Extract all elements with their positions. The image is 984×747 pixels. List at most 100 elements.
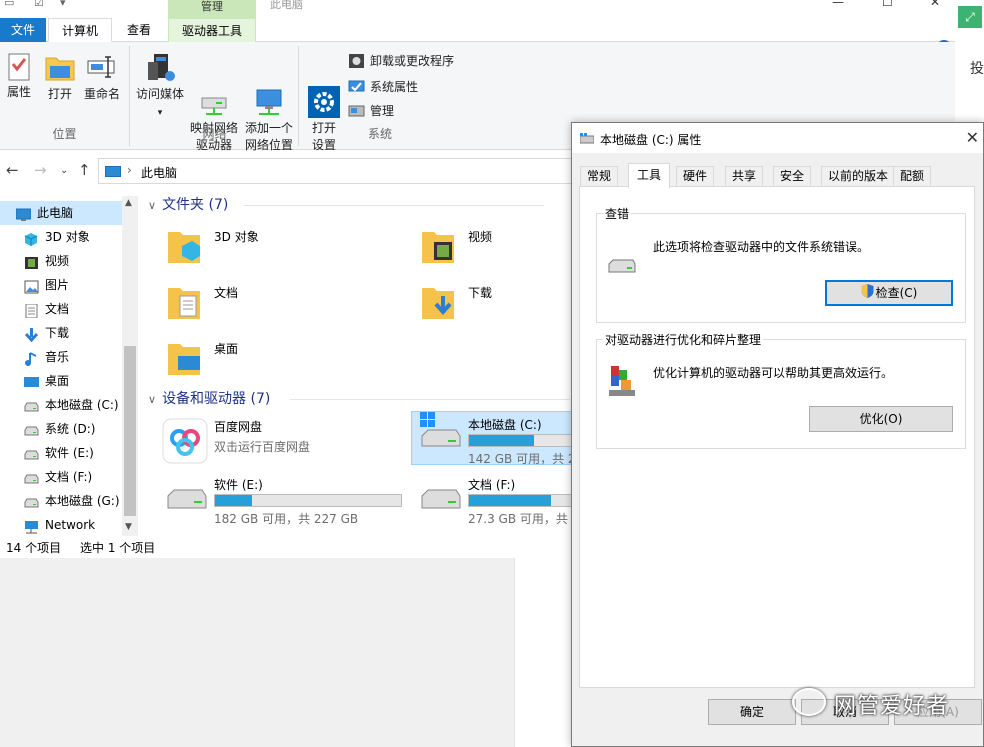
dialog-title: 本地磁盘 (C:) 属性 <box>600 133 702 147</box>
network-icon <box>24 518 39 534</box>
sidebar-item[interactable]: 此电脑 <box>0 201 122 225</box>
open-button[interactable]: 打开 <box>44 52 76 103</box>
forward-arrow-icon[interactable]: → <box>34 161 47 179</box>
tab-view[interactable]: 查看 <box>118 18 160 42</box>
uninstall-programs-button[interactable]: 卸载或更改程序 <box>348 52 454 72</box>
drive-f-item[interactable]: 文档 (F:) 27.3 GB 可用，共 2 <box>412 472 579 526</box>
sidebar-item[interactable]: 系统 (D:) <box>0 417 122 441</box>
tab-sharing[interactable]: 共享 <box>725 166 764 187</box>
drive-usage-bar <box>468 434 578 447</box>
properties-quick-icon[interactable]: ☑ <box>34 0 44 9</box>
folder-label: 文档 <box>214 286 239 300</box>
drive-icon <box>164 484 208 512</box>
maximize-icon[interactable]: ☐ <box>882 0 893 9</box>
tab-tools[interactable]: 工具 <box>628 163 671 188</box>
drive-icon <box>418 484 462 512</box>
sidebar-item[interactable]: 本地磁盘 (C:) <box>0 393 122 417</box>
check-button[interactable]: 检查(C) <box>825 280 953 306</box>
quick-access-dropdown-icon[interactable]: ▾ <box>60 0 66 9</box>
document-icon <box>24 302 39 319</box>
drive-usage-fill <box>469 495 551 506</box>
recent-locations-icon[interactable]: ⌄ <box>60 165 68 176</box>
folders-header[interactable]: ∨ 文件夹 (7) <box>148 194 228 214</box>
scroll-thumb[interactable] <box>124 346 136 516</box>
title-bar: ▭ ☑ ▾ 管理 此电脑 — ☐ ✕ <box>0 0 955 18</box>
scroll-up-icon[interactable]: ▲ <box>125 198 132 208</box>
sidebar-item-label: 下载 <box>45 326 70 340</box>
tab-quota[interactable]: 配额 <box>893 166 932 187</box>
sidebar-item[interactable]: 3D 对象 <box>0 225 122 249</box>
access-media-button[interactable]: 访问媒体 ▾ <box>135 52 185 122</box>
optimize-title: 对驱动器进行优化和碎片整理 <box>603 331 764 348</box>
sidebar-item[interactable]: 桌面 <box>0 369 122 393</box>
sidebar-scrollbar[interactable]: ▲ ▼ <box>122 196 138 536</box>
video-icon <box>24 254 39 269</box>
devices-header[interactable]: ∨ 设备和驱动器 (7) <box>148 388 270 408</box>
address-bar[interactable]: › 此电脑 <box>98 158 578 184</box>
sidebar-item[interactable]: 下载 <box>0 321 122 345</box>
tab-security[interactable]: 安全 <box>773 166 812 187</box>
tab-hardware[interactable]: 硬件 <box>676 166 715 187</box>
tab-general[interactable]: 常规 <box>580 166 619 187</box>
sidebar-item[interactable]: 图片 <box>0 273 122 297</box>
close-icon[interactable]: ✕ <box>930 0 940 9</box>
selected-count: 选中 1 个项目 <box>80 541 156 555</box>
scroll-down-icon[interactable]: ▼ <box>125 522 132 532</box>
shield-icon <box>861 283 874 305</box>
divider <box>244 205 544 206</box>
open-label: 打开 <box>47 87 72 101</box>
drive-e-item[interactable]: 软件 (E:) 182 GB 可用，共 227 GB <box>158 472 408 526</box>
minimize-icon[interactable]: — <box>832 0 844 9</box>
media-icon <box>144 52 176 84</box>
rename-button[interactable]: 重命名 <box>82 52 122 103</box>
folder-desktop[interactable]: 桌面 <box>140 334 390 386</box>
baidu-netdisk-icon <box>162 418 208 464</box>
sidebar-item[interactable]: 本地磁盘 (G:) <box>0 489 122 513</box>
drive-icon <box>24 422 39 436</box>
system-properties-button[interactable]: 系统属性 <box>348 78 418 98</box>
folder-label: 下载 <box>468 286 493 300</box>
windows-drive-icon <box>418 412 462 452</box>
rename-label: 重命名 <box>83 87 120 101</box>
pc-icon <box>15 206 32 221</box>
drive-c-item[interactable]: 本地磁盘 (C:) 142 GB 可用，共 2 <box>411 411 578 466</box>
manage-button[interactable]: 管理 <box>348 102 394 122</box>
sidebar-item[interactable]: 文档 <box>0 297 122 321</box>
folder-3d-objects[interactable]: 3D 对象 <box>140 222 390 274</box>
sidebar-item-label: 系统 (D:) <box>45 422 96 436</box>
drive-subtitle: 双击运行百度网盘 <box>214 440 311 454</box>
drive-capacity: 142 GB 可用，共 2 <box>468 452 576 466</box>
close-icon[interactable]: ✕ <box>966 128 979 147</box>
rename-icon <box>86 52 118 84</box>
ok-button[interactable]: 确定 <box>708 699 796 725</box>
tab-previous-versions[interactable]: 以前的版本 <box>821 166 896 187</box>
tab-computer[interactable]: 计算机 <box>48 18 112 42</box>
optimize-group: 对驱动器进行优化和碎片整理 优化计算机的驱动器可以帮助其更高效运行。 优化(O) <box>596 331 966 449</box>
manage-context-tab: 管理 <box>168 0 256 18</box>
drive-usage-fill <box>469 435 535 446</box>
up-arrow-icon[interactable]: ↑ <box>78 161 91 179</box>
expand-icon[interactable]: ⤢ <box>958 6 982 28</box>
sidebar-item[interactable]: 文档 (F:) <box>0 465 122 489</box>
uninstall-label: 卸载或更改程序 <box>370 54 455 68</box>
drive-name: 本地磁盘 (C:) <box>468 418 542 432</box>
system-properties-icon <box>348 79 365 95</box>
dialog-title-bar: 本地磁盘 (C:) 属性 ✕ <box>572 123 983 153</box>
sidebar-item[interactable]: 视频 <box>0 249 122 273</box>
group-location-label: 位置 <box>52 127 77 141</box>
3d-folder-icon <box>166 228 202 266</box>
tab-file[interactable]: 文件 <box>0 18 46 42</box>
window-title: 此电脑 <box>270 0 303 11</box>
optimize-button[interactable]: 优化(O) <box>809 406 953 432</box>
back-arrow-icon[interactable]: ← <box>6 161 19 179</box>
folder-documents[interactable]: 文档 <box>140 278 390 330</box>
sidebar-item[interactable]: 音乐 <box>0 345 122 369</box>
sidebar-item[interactable]: 软件 (E:) <box>0 441 122 465</box>
pc-icon <box>105 166 121 177</box>
document-folder-icon <box>166 284 202 322</box>
sidebar-item[interactable]: Network <box>0 513 122 537</box>
sidebar-item-label: 图片 <box>45 278 70 292</box>
properties-button[interactable]: 属性 <box>4 52 34 101</box>
baidu-netdisk-item[interactable]: 百度网盘 双击运行百度网盘 <box>158 414 408 468</box>
drive-icon <box>24 494 39 508</box>
